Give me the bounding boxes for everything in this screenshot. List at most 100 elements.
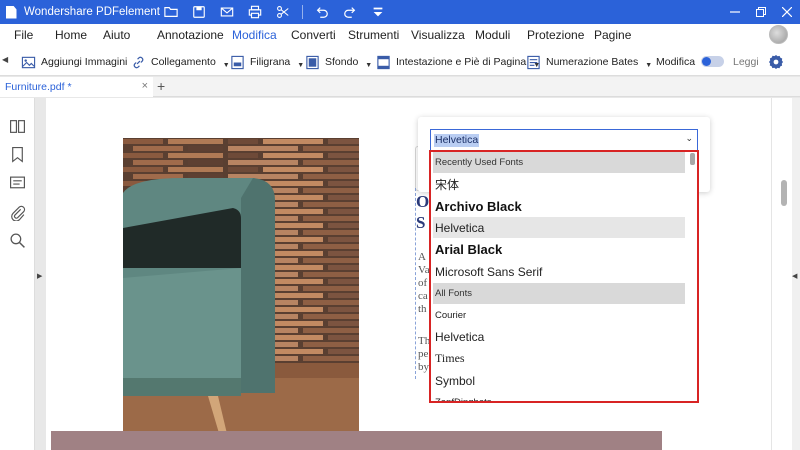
font-option-highlighted[interactable]: Helvetica	[433, 217, 685, 238]
scissors-icon[interactable]	[274, 3, 292, 21]
add-tab-button[interactable]: +	[157, 78, 165, 94]
print-icon[interactable]	[246, 3, 264, 21]
menu-edit[interactable]: Modifica	[232, 28, 277, 48]
minimize-icon[interactable]	[722, 0, 748, 24]
heading-line: S	[416, 213, 426, 232]
chevron-down-icon[interactable]: ⌄	[685, 133, 693, 144]
link-button[interactable]: Collegamento ▼	[131, 52, 230, 72]
menu-file[interactable]: File	[14, 28, 33, 46]
image-icon	[21, 56, 36, 68]
tab-document[interactable]: Furniture.pdf * ×	[0, 77, 153, 97]
comment-icon[interactable]	[9, 175, 26, 192]
title-bar: Wondershare PDFelement	[0, 0, 800, 24]
link-icon	[133, 56, 144, 68]
paragraph-line: Va	[418, 264, 430, 276]
menu-bar: File Home Aiuto Annotazione Modifica Con…	[0, 24, 800, 48]
read-mode-label[interactable]: Leggi	[733, 52, 759, 72]
font-group-header: Recently Used Fonts	[433, 152, 685, 173]
close-tab-icon[interactable]: ×	[142, 80, 148, 92]
menu-annotation[interactable]: Annotazione	[157, 28, 224, 46]
paragraph-line: A	[418, 251, 426, 263]
expand-right-panel-icon[interactable]: ◀	[792, 272, 797, 280]
menu-convert[interactable]: Converti	[291, 28, 336, 46]
bates-label: Numerazione Bates	[546, 56, 639, 68]
bates-dropdown-icon[interactable]: ▼	[645, 62, 652, 69]
watermark-icon	[231, 55, 244, 69]
tab-document-label: Furniture.pdf *	[5, 81, 72, 93]
watermark-label: Filigrana	[250, 56, 291, 68]
font-option[interactable]: Arial Black	[433, 239, 685, 260]
background-button[interactable]: Sfondo ▼	[305, 52, 372, 72]
font-option[interactable]: Microsoft Sans Serif	[433, 261, 685, 282]
font-list-scrollbar[interactable]	[690, 153, 695, 165]
avatar[interactable]	[769, 25, 788, 44]
link-label: Collegamento	[151, 56, 216, 68]
link-dropdown-icon[interactable]: ▼	[223, 62, 230, 69]
background-dropdown-icon[interactable]: ▼	[365, 62, 372, 69]
edit-mode-label[interactable]: Modifica	[656, 52, 695, 72]
toolbar-scroll-left-icon[interactable]: ◀	[2, 55, 8, 64]
header-footer-icon	[377, 55, 390, 69]
undo-icon[interactable]	[313, 3, 331, 21]
font-option[interactable]: ZapfDingbats	[433, 392, 685, 401]
menu-pages[interactable]: Pagine	[594, 28, 631, 46]
menu-tools[interactable]: Strumenti	[348, 28, 399, 46]
document-tabs: Furniture.pdf * × +	[0, 77, 800, 97]
search-icon[interactable]	[9, 232, 26, 249]
paragraph-line: of	[418, 277, 428, 289]
font-select-value: Helvetica	[434, 134, 480, 147]
add-images-button[interactable]: Aggiungi Immagini	[21, 52, 127, 72]
paragraph-line: th	[418, 303, 427, 315]
background-label: Sfondo	[325, 56, 359, 68]
menu-forms[interactable]: Moduli	[475, 28, 510, 46]
bates-icon	[527, 55, 540, 69]
font-option[interactable]: 宋体	[433, 174, 685, 195]
menu-home[interactable]: Home	[55, 28, 87, 46]
font-group-header: All Fonts	[433, 283, 685, 304]
decorative-band	[51, 431, 662, 450]
vertical-scrollbar[interactable]	[771, 98, 792, 450]
scrollbar-thumb[interactable]	[781, 180, 787, 206]
mail-icon[interactable]	[218, 3, 236, 21]
app-logo-icon	[0, 0, 22, 24]
font-option[interactable]: Times	[433, 348, 685, 369]
chair-photo[interactable]	[123, 138, 359, 450]
redo-icon[interactable]	[341, 3, 359, 21]
watermark-dropdown-icon[interactable]: ▼	[297, 62, 304, 69]
bates-numbering-button[interactable]: Numerazione Bates ▼	[526, 52, 652, 72]
quick-access-dropdown-icon[interactable]	[369, 3, 387, 21]
app-title: Wondershare PDFelement	[24, 6, 160, 18]
add-images-label: Aggiungi Immagini	[41, 56, 128, 68]
folder-icon[interactable]	[162, 3, 180, 21]
expand-left-panel-icon[interactable]: ▶	[37, 272, 42, 280]
bookmark-icon[interactable]	[9, 146, 26, 163]
quick-access-toolbar	[162, 3, 387, 21]
attachment-icon[interactable]	[9, 204, 26, 222]
toolbar-separator	[302, 5, 303, 19]
menu-help[interactable]: Aiuto	[103, 28, 130, 46]
window-controls	[722, 0, 800, 24]
edit-toolbar: ◀ Aggiungi Immagini Collegamento ▼ Filig…	[0, 46, 800, 76]
paragraph-line: ca	[418, 290, 428, 302]
menu-view[interactable]: Visualizza	[411, 28, 465, 46]
font-family-select[interactable]: Helvetica ⌄	[430, 129, 698, 151]
font-option[interactable]: Courier	[433, 305, 685, 326]
restore-icon[interactable]	[748, 0, 774, 24]
thumbnails-icon[interactable]	[9, 118, 26, 135]
font-option[interactable]: Symbol	[433, 370, 685, 391]
paragraph-1[interactable]: A Va of ca th	[418, 251, 430, 316]
watermark-button[interactable]: Filigrana ▼	[230, 52, 304, 72]
edit-read-toggle[interactable]	[701, 56, 724, 67]
document-heading[interactable]: O S	[416, 191, 429, 233]
font-dropdown-list[interactable]: Recently Used Fonts 宋体 Archivo Black Hel…	[429, 150, 699, 403]
settings-icon[interactable]	[768, 54, 784, 70]
header-footer-label: Intestazione e Piè di Pagina	[396, 56, 527, 68]
save-icon[interactable]	[190, 3, 208, 21]
font-option[interactable]: Archivo Black	[433, 196, 685, 217]
menu-protection[interactable]: Protezione	[527, 28, 584, 46]
background-icon	[306, 55, 319, 69]
font-option[interactable]: Helvetica	[433, 326, 685, 347]
left-sidebar	[0, 98, 35, 450]
header-footer-button[interactable]: Intestazione e Piè di Pagina ▼	[376, 52, 540, 72]
close-window-icon[interactable]	[774, 0, 800, 24]
